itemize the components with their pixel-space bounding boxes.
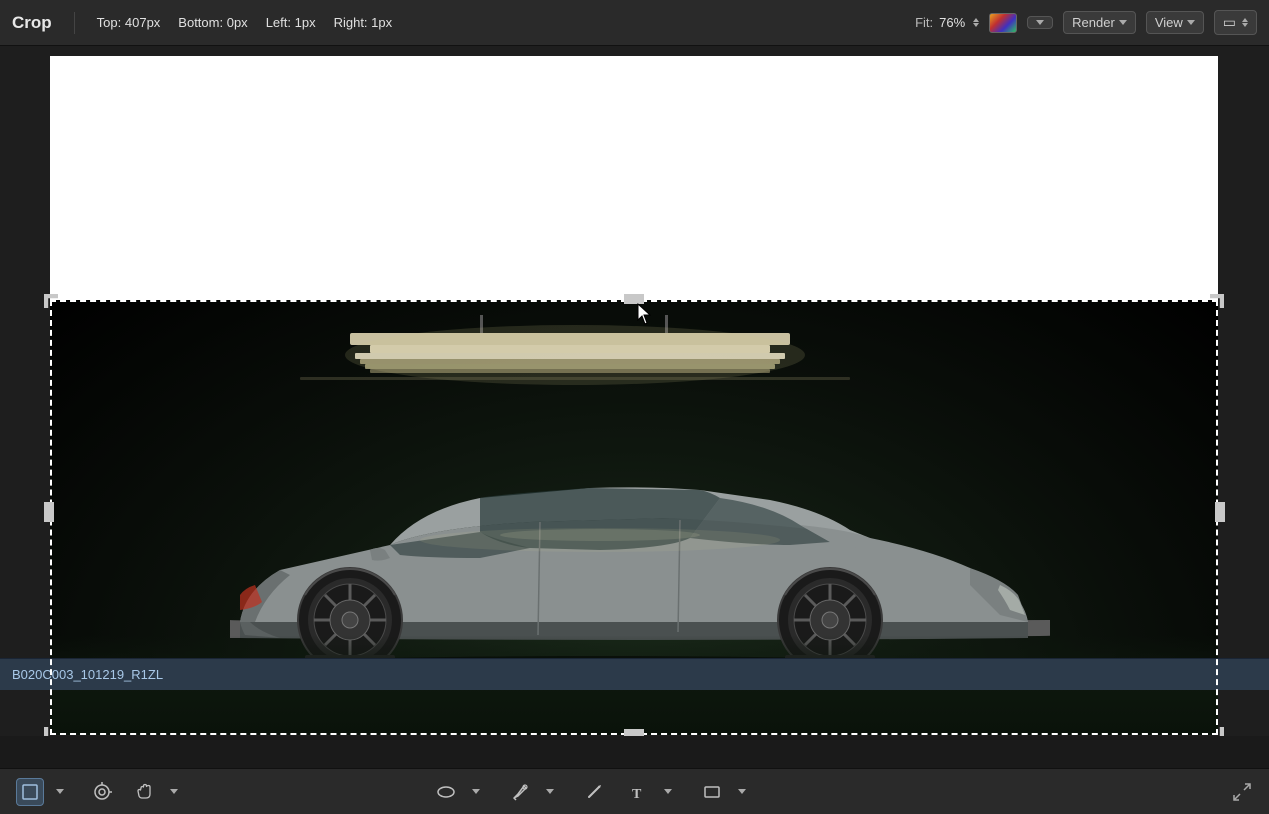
- ellipse-icon: [436, 782, 456, 802]
- layout-dropdown[interactable]: ▭: [1214, 10, 1257, 35]
- shape-dropdown[interactable]: [728, 778, 756, 806]
- text-tool-group: T: [624, 778, 682, 806]
- expand-area: [1231, 781, 1253, 803]
- ellipse-dropdown[interactable]: [462, 778, 490, 806]
- hand-dropdown[interactable]: [160, 778, 188, 806]
- tool-name: Crop: [12, 13, 52, 33]
- bottom-stat: Bottom: 0px: [178, 15, 247, 30]
- layout-stepper[interactable]: [1242, 18, 1248, 27]
- top-stat: Top: 407px: [97, 15, 161, 30]
- chevron-down-icon: [170, 789, 178, 794]
- chevron-down-icon: [1187, 20, 1195, 25]
- text-tool[interactable]: T: [624, 778, 652, 806]
- text-dropdown[interactable]: [654, 778, 682, 806]
- canvas-area[interactable]: B020C003_101219_R1ZL: [0, 46, 1269, 736]
- view-dropdown[interactable]: View: [1146, 11, 1204, 34]
- select-dropdown[interactable]: [46, 778, 74, 806]
- bottom-toolbar: T: [0, 768, 1269, 814]
- pen-dropdown[interactable]: [536, 778, 564, 806]
- pen-tool-group: [506, 778, 564, 806]
- expand-icon[interactable]: [1231, 781, 1253, 803]
- color-dropdown[interactable]: [1027, 16, 1053, 29]
- toolbar-right: Fit: 76% Render View ▭: [915, 10, 1257, 35]
- right-stat: Right: 1px: [334, 15, 393, 30]
- chevron-down-icon: [664, 789, 672, 794]
- layout-icon: ▭: [1223, 14, 1236, 31]
- ceiling-lights: [200, 315, 950, 425]
- chevron-down-icon: [472, 789, 480, 794]
- shape-tool[interactable]: [698, 778, 726, 806]
- fit-stepper[interactable]: [973, 18, 979, 27]
- hand-icon: [134, 782, 154, 802]
- select-tool[interactable]: [16, 778, 44, 806]
- lasso-tool[interactable]: [88, 778, 116, 806]
- white-extension-area: [50, 56, 1218, 300]
- ellipse-tool[interactable]: [432, 778, 460, 806]
- ellipse-tool-group: [432, 778, 490, 806]
- crop-handle-right[interactable]: [1215, 502, 1225, 522]
- chevron-down-icon: [1036, 20, 1044, 25]
- brush-icon: [584, 782, 604, 802]
- chevron-down-icon: [56, 789, 64, 794]
- shape-tool-group: [698, 778, 756, 806]
- select-icon: [21, 783, 39, 801]
- brush-tool[interactable]: [580, 778, 608, 806]
- select-tool-group: [16, 778, 74, 806]
- lasso-icon: [92, 782, 112, 802]
- clip-name: B020C003_101219_R1ZL: [12, 667, 163, 682]
- pen-icon: [510, 782, 530, 802]
- text-icon: T: [628, 782, 648, 802]
- svg-text:T: T: [632, 787, 642, 802]
- fit-control: Fit: 76%: [915, 15, 979, 30]
- chevron-down-icon: [1119, 20, 1127, 25]
- hand-tool[interactable]: [130, 778, 158, 806]
- crop-handle-left[interactable]: [44, 502, 54, 522]
- crop-handle-top[interactable]: [624, 294, 644, 304]
- separator: [74, 12, 75, 34]
- chevron-down-icon: [546, 789, 554, 794]
- color-swatch[interactable]: [989, 13, 1017, 33]
- left-stat: Left: 1px: [266, 15, 316, 30]
- hand-tool-group: [130, 778, 188, 806]
- crop-handle-bottom[interactable]: [624, 729, 644, 736]
- clip-strip: B020C003_101219_R1ZL: [0, 658, 1269, 690]
- pen-tool[interactable]: [506, 778, 534, 806]
- top-toolbar: Crop Top: 407px Bottom: 0px Left: 1px Ri…: [0, 0, 1269, 46]
- render-dropdown[interactable]: Render: [1063, 11, 1136, 34]
- chevron-down-icon: [738, 789, 746, 794]
- shape-icon: [702, 782, 722, 802]
